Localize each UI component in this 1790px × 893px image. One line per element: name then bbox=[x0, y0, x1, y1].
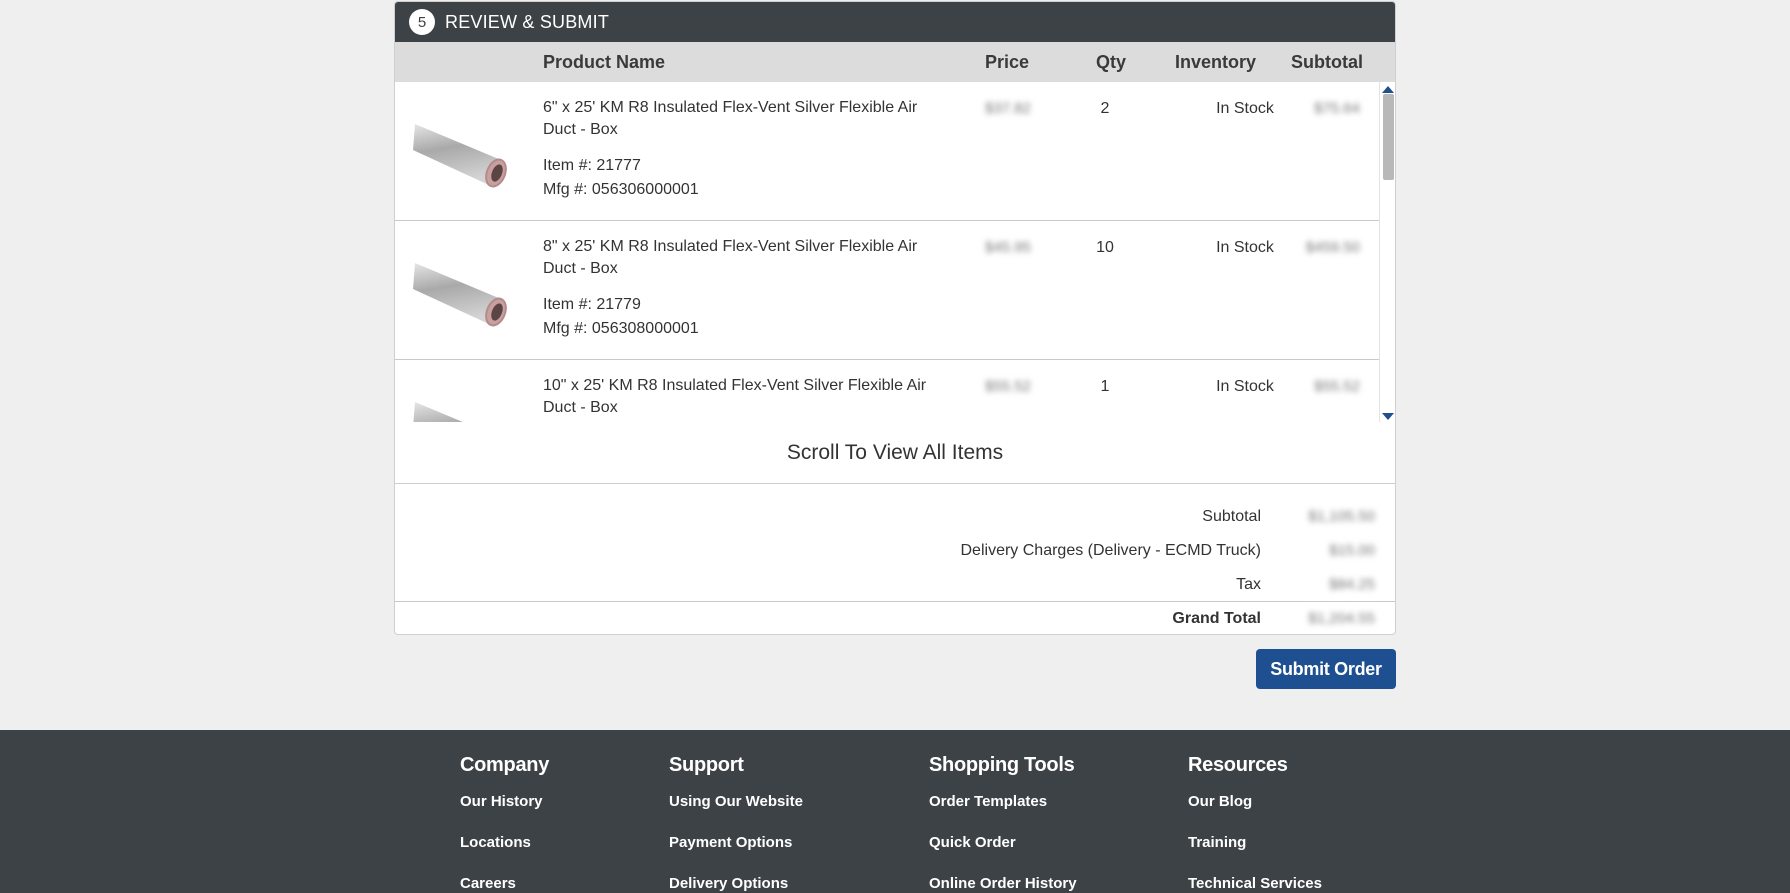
items-scrollbar[interactable] bbox=[1379, 82, 1395, 422]
step-number-badge: 5 bbox=[409, 9, 435, 35]
item-subtotal: $55.52 bbox=[1314, 378, 1360, 395]
scrollbar-thumb[interactable] bbox=[1383, 94, 1394, 180]
item-subtotal: $75.64 bbox=[1314, 100, 1360, 117]
grand-total-value: $1,204.55 bbox=[1308, 610, 1375, 627]
tax-value: $84.25 bbox=[1329, 576, 1375, 593]
review-submit-panel: 5 REVIEW & SUBMIT Product Name Price Qty… bbox=[394, 1, 1396, 635]
item-inventory: In Stock bbox=[1216, 100, 1274, 117]
subtotal-label: Subtotal bbox=[1202, 508, 1261, 525]
grand-total-label: Grand Total bbox=[1172, 610, 1261, 627]
column-inventory: Inventory bbox=[1175, 52, 1257, 72]
footer-link[interactable]: Online Order History bbox=[929, 875, 1077, 893]
column-qty: Qty bbox=[1096, 52, 1127, 72]
scroll-hint: Scroll To View All Items bbox=[395, 422, 1395, 484]
mfg-number: Mfg #: 056308000001 bbox=[543, 320, 699, 337]
duct-product-image[interactable] bbox=[413, 102, 519, 194]
delivery-row: Delivery Charges (Delivery - ECMD Truck)… bbox=[395, 534, 1395, 568]
tax-label: Tax bbox=[1236, 576, 1261, 593]
item-qty: 10 bbox=[1096, 239, 1114, 256]
tax-row: Tax $84.25 bbox=[395, 568, 1395, 602]
item-inventory: In Stock bbox=[1216, 378, 1274, 395]
scroll-up-arrow-icon[interactable] bbox=[1382, 86, 1394, 93]
item-qty: 2 bbox=[1100, 100, 1110, 117]
footer-heading: Support bbox=[669, 754, 744, 776]
item-subtotal: $459.50 bbox=[1305, 239, 1360, 256]
footer-link[interactable]: Locations bbox=[460, 834, 549, 875]
duct-product-image[interactable] bbox=[413, 380, 519, 422]
list-item: 6" x 25' KM R8 Insulated Flex-Vent Silve… bbox=[395, 82, 1380, 221]
panel-header: 5 REVIEW & SUBMIT bbox=[395, 2, 1395, 42]
subtotal-value: $1,105.50 bbox=[1308, 508, 1375, 525]
grand-total-row: Grand Total $1,204.55 bbox=[395, 601, 1395, 634]
column-price: Price bbox=[985, 52, 1030, 72]
item-price: $37.82 bbox=[985, 100, 1031, 117]
footer-link[interactable]: Quick Order bbox=[929, 834, 1077, 875]
footer-column-shopping-tools: Shopping Tools Order Templates Quick Ord… bbox=[929, 754, 1077, 893]
product-identifiers: Item #: 21777 Mfg #: 056306000001 bbox=[543, 154, 699, 202]
column-product-name: Product Name bbox=[543, 52, 666, 72]
item-inventory: In Stock bbox=[1216, 239, 1274, 256]
product-name[interactable]: 6" x 25' KM R8 Insulated Flex-Vent Silve… bbox=[543, 97, 933, 141]
footer-link[interactable]: Training bbox=[1188, 834, 1322, 875]
footer-heading: Shopping Tools bbox=[929, 754, 1075, 776]
column-subtotal: Subtotal bbox=[1291, 52, 1363, 72]
order-totals: Subtotal $1,105.50 Delivery Charges (Del… bbox=[395, 484, 1395, 634]
duct-product-image[interactable] bbox=[413, 241, 519, 333]
site-footer: Company Our History Locations Careers Su… bbox=[0, 730, 1790, 893]
column-header-row: Product Name Price Qty Inventory Subtota… bbox=[395, 42, 1395, 82]
footer-link[interactable]: Our History bbox=[460, 793, 549, 834]
item-number: Item #: 21779 bbox=[543, 296, 641, 313]
footer-column-support: Support Using Our Website Payment Option… bbox=[669, 754, 803, 893]
product-name[interactable]: 10" x 25' KM R8 Insulated Flex-Vent Silv… bbox=[543, 375, 933, 419]
footer-link[interactable]: Technical Services bbox=[1188, 875, 1322, 893]
item-qty: 1 bbox=[1100, 378, 1110, 395]
product-identifiers: Item #: 21779 Mfg #: 056308000001 bbox=[543, 293, 699, 341]
delivery-label: Delivery Charges (Delivery - ECMD Truck) bbox=[960, 542, 1262, 559]
submit-order-button[interactable]: Submit Order bbox=[1256, 649, 1396, 689]
product-name[interactable]: 8" x 25' KM R8 Insulated Flex-Vent Silve… bbox=[543, 236, 933, 280]
footer-link[interactable]: Payment Options bbox=[669, 834, 803, 875]
footer-heading: Company bbox=[460, 754, 550, 776]
item-price: $45.95 bbox=[985, 239, 1031, 256]
footer-heading: Resources bbox=[1188, 754, 1288, 776]
footer-link[interactable]: Our Blog bbox=[1188, 793, 1322, 834]
list-item: 10" x 25' KM R8 Insulated Flex-Vent Silv… bbox=[395, 360, 1380, 422]
footer-link[interactable]: Delivery Options bbox=[669, 875, 803, 893]
scroll-down-arrow-icon[interactable] bbox=[1382, 413, 1394, 420]
item-number: Item #: 21777 bbox=[543, 157, 641, 174]
footer-column-resources: Resources Our Blog Training Technical Se… bbox=[1188, 754, 1322, 893]
subtotal-row: Subtotal $1,105.50 bbox=[395, 500, 1395, 534]
footer-link[interactable]: Careers bbox=[460, 875, 549, 893]
item-price: $55.52 bbox=[985, 378, 1031, 395]
footer-column-company: Company Our History Locations Careers bbox=[460, 754, 549, 893]
footer-link[interactable]: Using Our Website bbox=[669, 793, 803, 834]
mfg-number: Mfg #: 056306000001 bbox=[543, 181, 699, 198]
items-list[interactable]: 6" x 25' KM R8 Insulated Flex-Vent Silve… bbox=[395, 82, 1395, 422]
footer-link[interactable]: Order Templates bbox=[929, 793, 1077, 834]
list-item: 8" x 25' KM R8 Insulated Flex-Vent Silve… bbox=[395, 221, 1380, 360]
delivery-value: $15.00 bbox=[1329, 542, 1375, 559]
panel-title: REVIEW & SUBMIT bbox=[445, 11, 610, 32]
